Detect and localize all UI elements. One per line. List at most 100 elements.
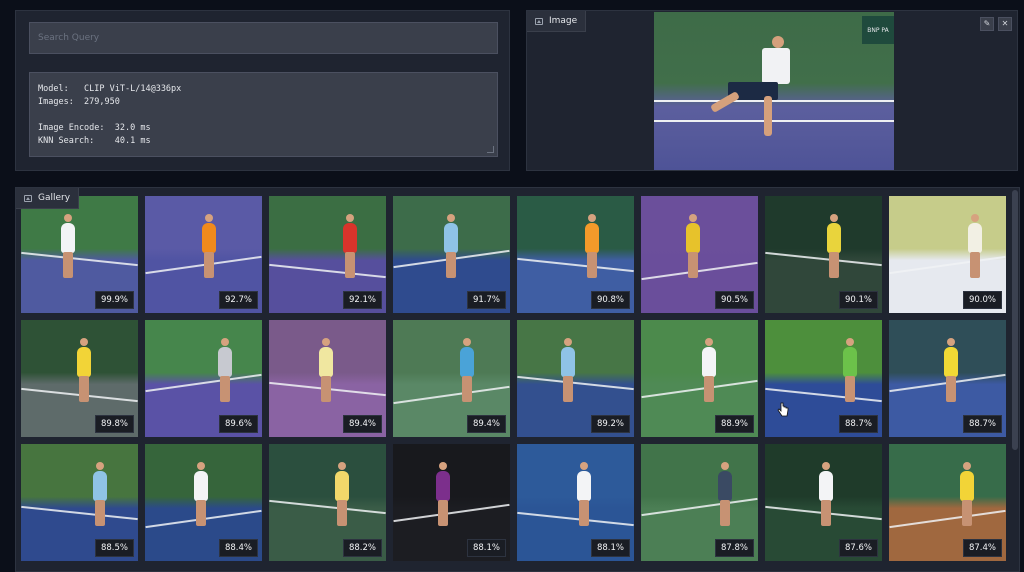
gallery-tile[interactable]: 88.4% [145,444,262,561]
player-head [580,462,588,470]
gallery-tile[interactable]: 90.0% [889,196,1006,313]
gallery-tile[interactable]: 87.8% [641,444,758,561]
knn-search-line: KNN Search: 40.1 ms [38,136,151,146]
court-line [765,251,882,267]
court-line [641,261,758,281]
gallery-scrollbar[interactable] [1012,190,1018,450]
gallery-tile[interactable]: 88.2% [269,444,386,561]
model-info-box[interactable]: Model: CLIP ViT-L/14@336px Images: 279,9… [29,72,498,157]
gallery-tile[interactable]: 88.1% [393,444,510,561]
player-figure [960,471,974,501]
player-figure [343,223,357,253]
player-figure [827,223,841,253]
gallery-tile[interactable]: 90.8% [517,196,634,313]
gallery-tile[interactable]: 87.4% [889,444,1006,561]
gallery-tile[interactable]: 90.5% [641,196,758,313]
player-head [830,214,838,222]
court-banner: BNP PA [862,16,894,44]
gallery-tile[interactable]: 88.1% [517,444,634,561]
query-image[interactable]: BNP PA [654,12,894,170]
gallery-tile[interactable]: 88.7% [889,320,1006,437]
court-line [641,497,758,517]
image-encode-line: Image Encode: 32.0 ms [38,123,151,133]
player-head [721,462,729,470]
gallery-tile[interactable]: 87.6% [765,444,882,561]
player-legs [720,500,730,526]
player-legs [587,252,597,278]
gallery-tile[interactable]: 89.4% [393,320,510,437]
gallery-tile[interactable]: 89.8% [21,320,138,437]
player-figure [819,471,833,501]
court-line [393,503,510,523]
similarity-score: 89.4% [342,415,382,433]
gallery-tile[interactable]: 89.2% [517,320,634,437]
similarity-score: 87.8% [714,539,754,557]
player-head [346,214,354,222]
court-line [21,251,138,267]
player-legs [446,252,456,278]
player-legs [688,252,698,278]
player-head [221,338,229,346]
image-icon [535,17,543,25]
gallery-tile[interactable]: 88.9% [641,320,758,437]
player-head [822,462,830,470]
gallery-tile[interactable]: 99.9% [21,196,138,313]
close-icon[interactable]: ✕ [998,17,1012,31]
court-line [517,511,634,527]
query-panel: Model: CLIP ViT-L/14@336px Images: 279,9… [15,10,510,171]
player-figure [561,347,575,377]
similarity-score: 90.5% [714,291,754,309]
player-leg [764,96,772,136]
player-figure [61,223,75,253]
court-line [269,499,386,515]
player-legs [962,500,972,526]
player-legs [337,500,347,526]
search-input[interactable] [29,22,498,54]
gallery-tile[interactable]: 88.5% [21,444,138,561]
gallery-tile[interactable]: 90.1% [765,196,882,313]
gallery-panel: 99.9% 92.7% 92.1% 91.7% 90.8% 90.5% 90.1% 90.0%… [15,187,1020,572]
player-figure [585,223,599,253]
player-legs [704,376,714,402]
court-line [517,375,634,391]
player-legs [321,376,331,402]
resize-handle[interactable] [487,146,494,153]
court-line [641,379,758,399]
player-head [80,338,88,346]
player-figure [577,471,591,501]
player-figure [702,347,716,377]
gallery-tile[interactable]: 92.7% [145,196,262,313]
player-legs [196,500,206,526]
similarity-score: 89.6% [218,415,258,433]
player-figure [194,471,208,501]
court-line [889,255,1006,275]
player-legs [821,500,831,526]
gallery-panel-label: Gallery [16,188,80,209]
player-leg [710,91,740,113]
similarity-score: 88.7% [838,415,878,433]
similarity-score: 92.7% [218,291,258,309]
court-line [269,263,386,279]
player-head [705,338,713,346]
court-line [517,257,634,273]
image-panel: Image BNP PA ✎ ✕ [526,10,1018,171]
player-head [322,338,330,346]
player-head [447,214,455,222]
similarity-score: 92.1% [342,291,382,309]
gallery-tile[interactable]: 89.4% [269,320,386,437]
gallery-tile[interactable]: 89.6% [145,320,262,437]
player-figure [968,223,982,253]
image-panel-title: Image [549,16,578,26]
player-head [564,338,572,346]
gallery-tile[interactable]: 91.7% [393,196,510,313]
player-legs [845,376,855,402]
similarity-score: 88.9% [714,415,754,433]
similarity-score: 90.8% [590,291,630,309]
court-line [393,385,510,405]
pencil-icon[interactable]: ✎ [980,17,994,31]
similarity-score: 90.0% [962,291,1002,309]
player-legs [462,376,472,402]
similarity-score: 88.1% [466,539,506,557]
gallery-tile[interactable]: 92.1% [269,196,386,313]
player-legs [95,500,105,526]
